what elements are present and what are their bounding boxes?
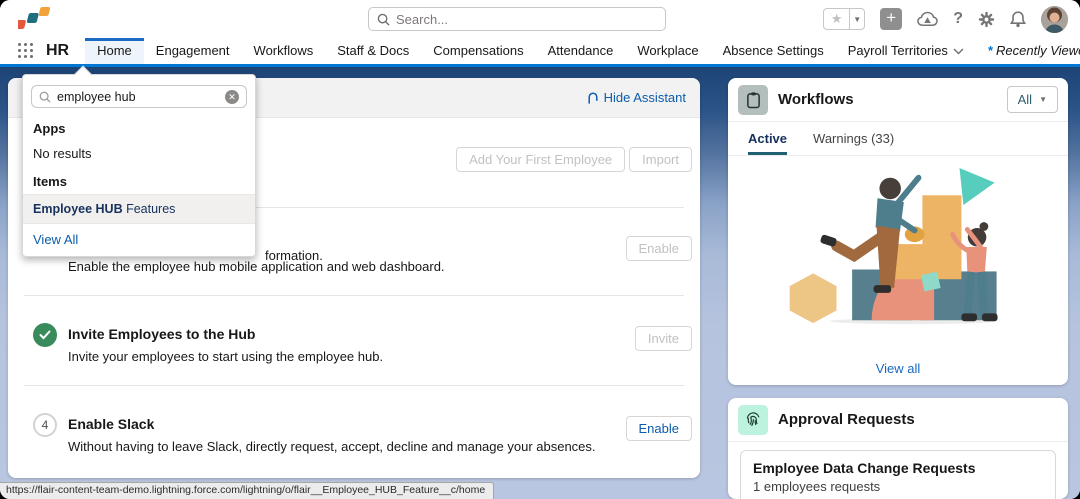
global-search[interactable] — [368, 7, 666, 31]
step1-actions: Add Your First Employee Import — [456, 147, 692, 172]
workflows-filter-dropdown[interactable]: All ▼ — [1007, 86, 1058, 113]
tab-workplace[interactable]: Workplace — [625, 38, 710, 64]
setup-gear-icon[interactable] — [978, 11, 995, 28]
workflows-view-all-link[interactable]: View all — [728, 361, 1068, 376]
chevron-down-icon[interactable] — [953, 48, 964, 55]
tab-staff-docs[interactable]: Staff & Docs — [325, 38, 421, 64]
popup-no-results: No results — [23, 141, 255, 169]
add-first-employee-button[interactable]: Add Your First Employee — [456, 147, 625, 172]
link-url-preview: https://flair-content-team-demo.lightnin… — [0, 482, 494, 499]
tab-payroll-territories[interactable]: Payroll Territories — [836, 38, 976, 64]
unsaved-indicator: * — [988, 43, 993, 58]
popup-search-field[interactable]: ✕ — [31, 85, 247, 108]
step-description: Enable the employee hub mobile applicati… — [68, 259, 445, 274]
popup-search-input[interactable] — [57, 90, 219, 104]
step-divider — [24, 295, 684, 296]
star-icon[interactable]: ★ — [824, 9, 849, 29]
approval-item-count: 1 employees requests — [753, 479, 1043, 494]
popup-view-all-link[interactable]: View All — [23, 224, 255, 256]
popup-section-apps: Apps — [23, 116, 255, 141]
approval-requests-card: Approval Requests Employee Data Change R… — [728, 398, 1068, 499]
invite-button[interactable]: Invite — [635, 326, 692, 351]
hide-assistant-link[interactable]: Hide Assistant — [587, 90, 686, 105]
step-divider — [24, 385, 684, 386]
favorites-caret-icon[interactable]: ▼ — [849, 9, 864, 29]
tab-engagement[interactable]: Engagement — [144, 38, 242, 64]
notifications-bell-icon[interactable] — [1010, 11, 1026, 28]
step-description: Without having to leave Slack, directly … — [68, 439, 596, 454]
nav-accent-line — [0, 64, 1080, 67]
step-complete-check-icon — [33, 323, 57, 347]
tab-workflows[interactable]: Workflows — [242, 38, 326, 64]
search-icon — [39, 91, 51, 103]
popup-section-items: Items — [23, 169, 255, 194]
clear-search-icon[interactable]: ✕ — [225, 90, 239, 104]
approval-request-item[interactable]: Employee Data Change Requests 1 employee… — [740, 450, 1056, 499]
assistant-icon — [587, 91, 599, 104]
app-name: HR — [46, 38, 69, 64]
workflows-clipboard-icon — [738, 85, 768, 115]
user-avatar[interactable] — [1041, 6, 1068, 33]
popup-result-employee-hub-features[interactable]: Employee HUB Features — [23, 194, 255, 224]
step-description: Invite your employees to start using the… — [68, 349, 383, 364]
search-icon — [377, 13, 390, 26]
tab-warnings[interactable]: Warnings (33) — [813, 122, 894, 155]
favorites-button[interactable]: ★ ▼ — [823, 8, 865, 30]
search-results-popup: ✕ Apps No results Items Employee HUB Fea… — [22, 74, 256, 257]
global-search-input[interactable] — [396, 12, 657, 27]
workflows-title: Workflows — [778, 78, 854, 122]
enable-hub-button[interactable]: Enable — [626, 236, 692, 261]
app-navigation: HR Home Engagement Workflows Staff & Doc… — [0, 38, 1080, 64]
tab-recently-viewed[interactable]: *Recently Viewed | Emplo... ✕ — [976, 38, 1080, 64]
teamwork-illustration — [776, 162, 1020, 339]
tab-attendance[interactable]: Attendance — [536, 38, 626, 64]
app-launcher-icon[interactable] — [18, 43, 34, 59]
tab-absence-settings[interactable]: Absence Settings — [711, 38, 836, 64]
flair-logo-icon[interactable] — [18, 5, 52, 33]
trailhead-icon[interactable] — [917, 11, 938, 27]
step-title: Invite Employees to the Hub — [68, 326, 255, 342]
global-add-icon[interactable]: + — [880, 8, 902, 30]
step-title: Enable Slack — [68, 416, 154, 432]
tab-active[interactable]: Active — [748, 122, 787, 155]
enable-slack-button[interactable]: Enable — [626, 416, 692, 441]
global-header: ★ ▼ + ? — [0, 0, 1080, 38]
workflows-card: Workflows All ▼ Active Warnings (33) — [728, 78, 1068, 385]
import-button[interactable]: Import — [629, 147, 692, 172]
tab-home[interactable]: Home — [85, 38, 144, 64]
help-icon[interactable]: ? — [953, 10, 963, 28]
header-actions: ★ ▼ + ? — [823, 0, 1068, 38]
app-window: ★ ▼ + ? — [0, 0, 1080, 499]
approval-requests-title: Approval Requests — [778, 398, 915, 442]
caret-down-icon: ▼ — [1039, 95, 1047, 104]
tab-compensations[interactable]: Compensations — [421, 38, 535, 64]
step-number-badge: 4 — [33, 413, 57, 437]
approval-item-title: Employee Data Change Requests — [753, 460, 1043, 476]
fingerprint-icon — [738, 405, 768, 435]
